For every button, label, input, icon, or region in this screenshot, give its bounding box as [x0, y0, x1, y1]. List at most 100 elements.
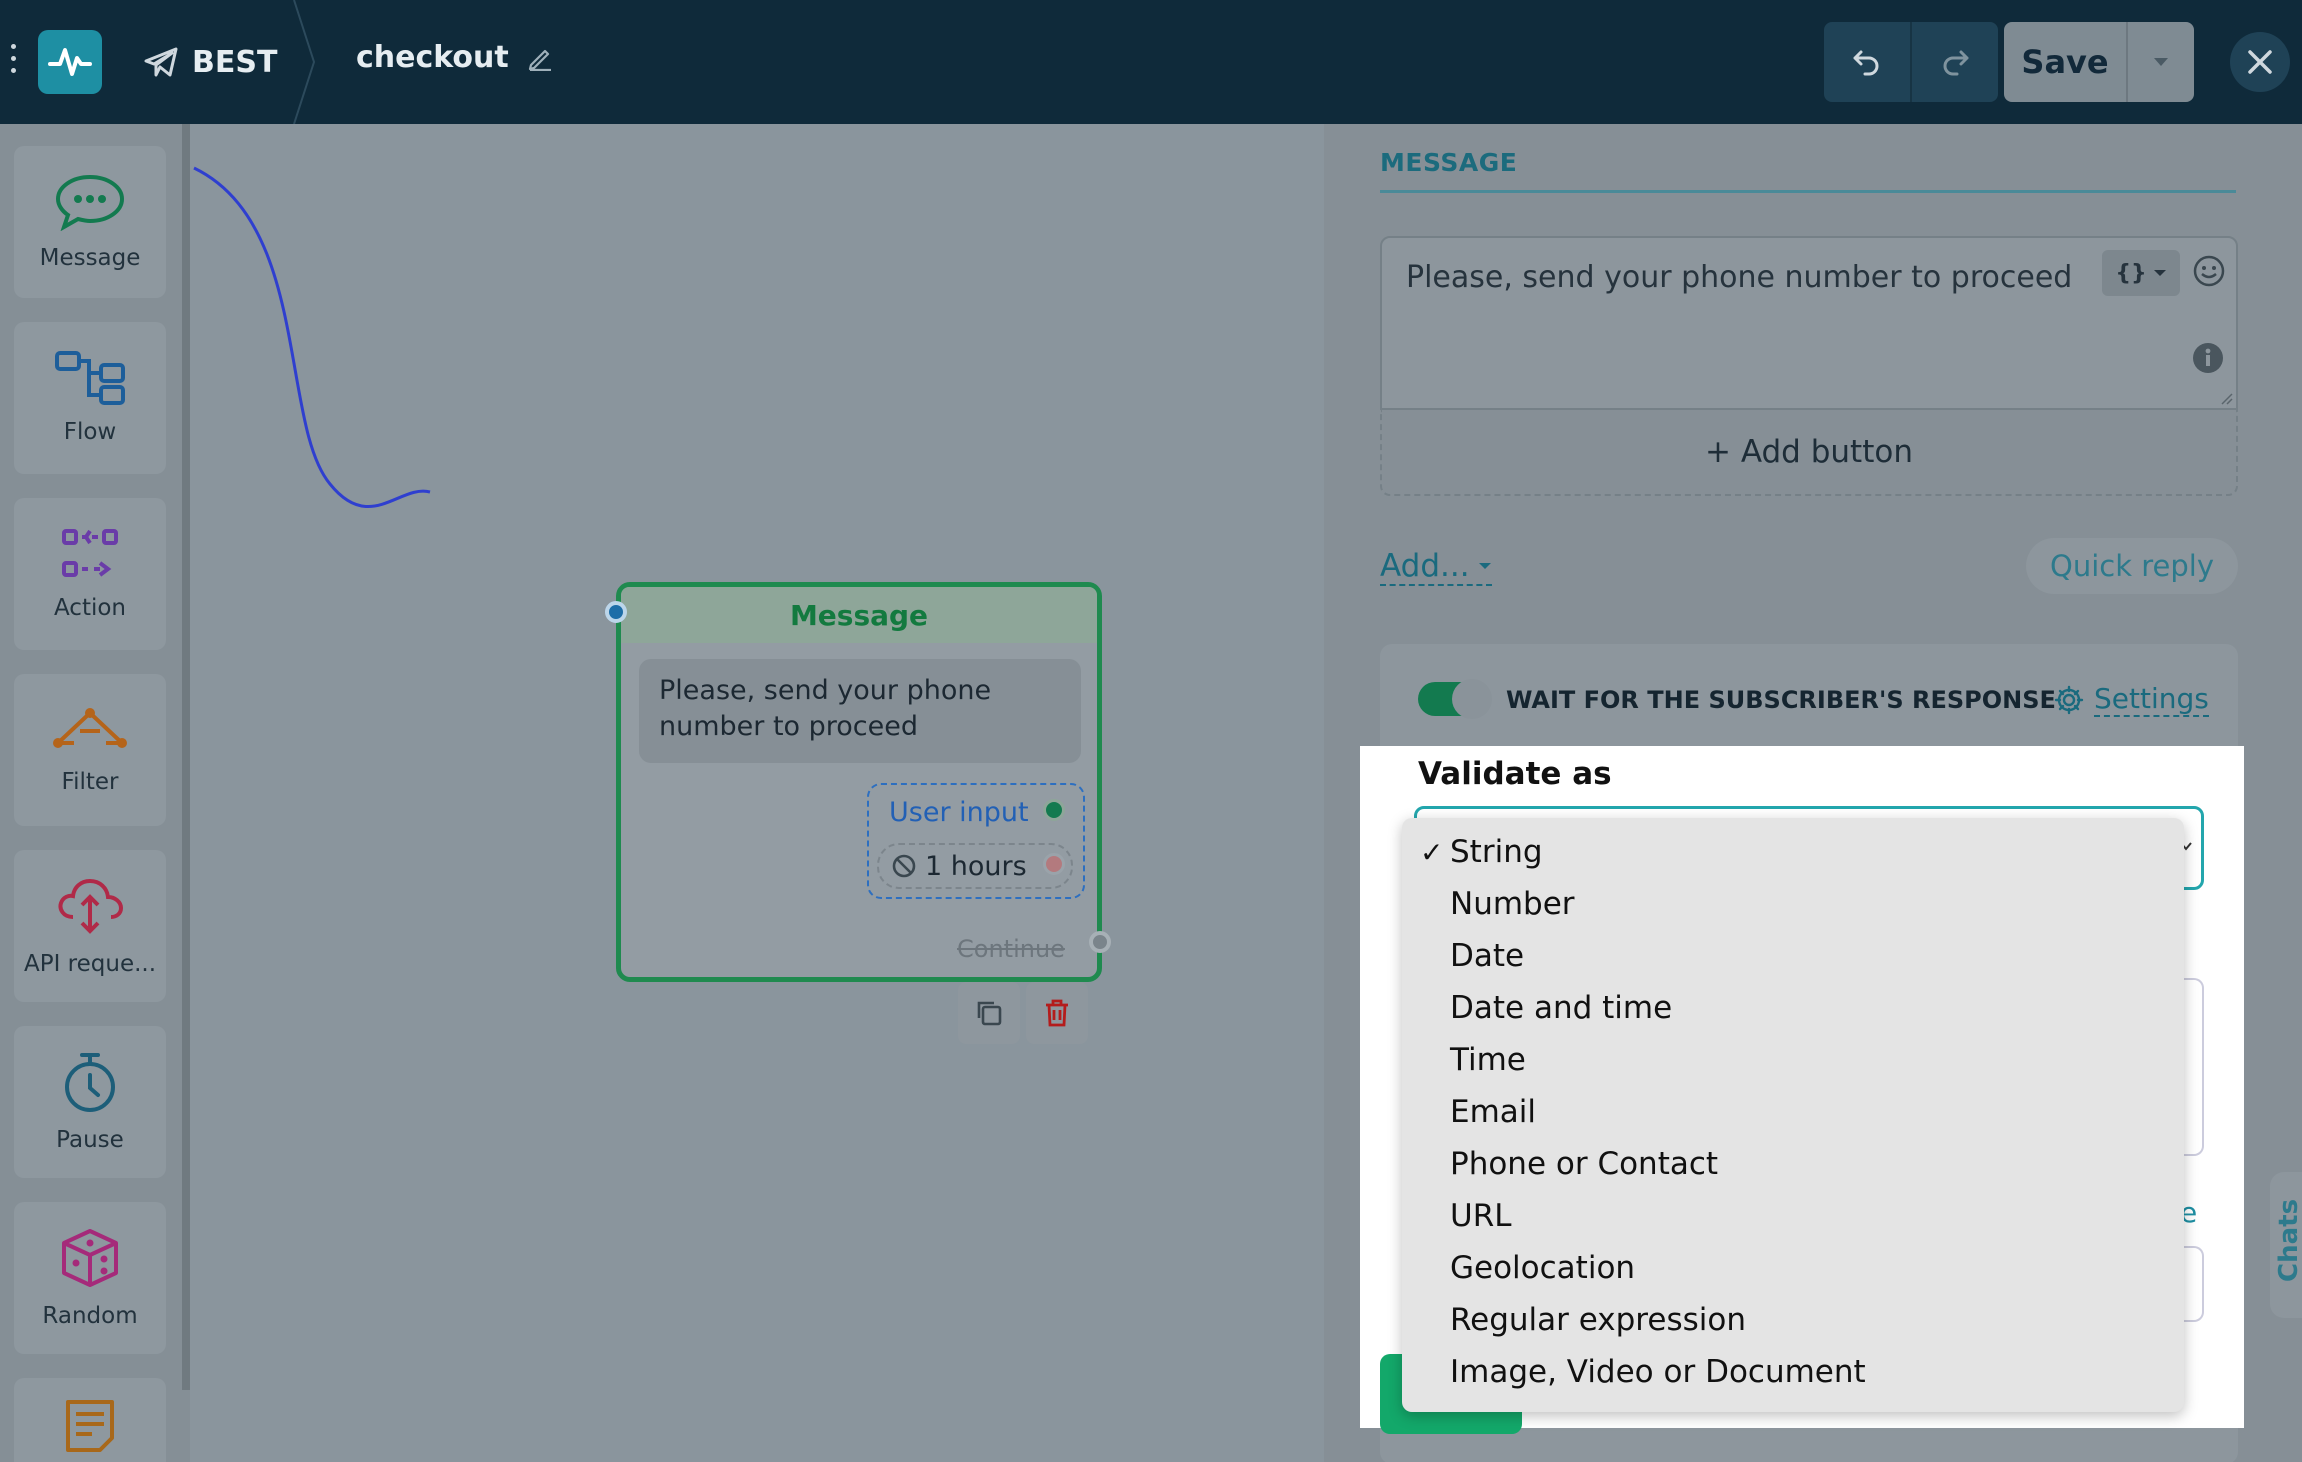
duplicate-node-button[interactable]	[958, 982, 1020, 1044]
project-name: BEST	[192, 44, 278, 80]
node-input-port[interactable]	[605, 601, 627, 623]
node-title: Message	[621, 587, 1097, 643]
tool-label: Pause	[56, 1127, 124, 1153]
undo-button[interactable]	[1824, 22, 1910, 102]
tool-label: Action	[53, 595, 127, 621]
chats-tab[interactable]: Chats	[2270, 1172, 2302, 1318]
insert-variable-button[interactable]: {}	[2102, 250, 2180, 296]
component-toolbar: Message Flow Action Filter API reque... …	[0, 124, 190, 1462]
option-time[interactable]: Time	[1402, 1034, 2184, 1086]
option-regular-expression[interactable]: Regular expression	[1402, 1294, 2184, 1346]
wait-response-label: WAIT FOR THE SUBSCRIBER'S RESPONSE	[1506, 686, 2056, 714]
tab-underline	[1380, 190, 2236, 193]
timeout-label: 1 hours	[925, 850, 1027, 882]
settings-label: Settings	[2094, 682, 2209, 717]
dice-icon	[62, 1229, 118, 1287]
stopwatch-icon	[65, 1053, 115, 1112]
redo-icon	[1943, 50, 1969, 76]
wait-response-toggle[interactable]	[1418, 679, 1492, 719]
project-selector[interactable]: BEST	[144, 42, 277, 82]
settings-link[interactable]: Settings	[2054, 682, 2209, 717]
copy-icon	[977, 1001, 1002, 1026]
option-media[interactable]: Image, Video or Document	[1402, 1346, 2184, 1398]
option-number[interactable]: Number	[1402, 878, 2184, 930]
tool-message[interactable]: Message	[14, 146, 166, 298]
tool-random[interactable]: Random	[14, 1202, 166, 1354]
continue-label: Continue	[957, 935, 1065, 963]
option-date[interactable]: Date	[1402, 930, 2184, 982]
redo-button[interactable]	[1910, 22, 1998, 102]
save-group: Save	[2004, 22, 2194, 102]
chats-label: Chats	[2274, 1198, 2302, 1282]
tool-label: Message	[39, 245, 141, 271]
tool-label: API reque...	[23, 951, 157, 977]
validate-options-list: ✓ String Number Date Date and time Time E…	[1402, 818, 2184, 1412]
message-text: Please, send your phone number to procee…	[1406, 260, 2073, 295]
caret-down-icon	[2154, 58, 2168, 66]
option-email[interactable]: Email	[1402, 1086, 2184, 1138]
variable-braces: {}	[2115, 260, 2147, 286]
option-geolocation[interactable]: Geolocation	[1402, 1242, 2184, 1294]
flow-title[interactable]: checkout	[356, 40, 553, 75]
option-url[interactable]: URL	[1402, 1190, 2184, 1242]
add-menu-link[interactable]: Add...	[1380, 548, 1492, 586]
tab-message[interactable]: MESSAGE	[1380, 148, 1517, 177]
checkmark-icon: ✓	[1420, 835, 1444, 869]
save-options-button[interactable]	[2128, 22, 2194, 102]
continue-port[interactable]	[1089, 931, 1111, 953]
resize-handle-icon[interactable]	[2220, 392, 2234, 406]
message-textarea[interactable]: Please, send your phone number to procee…	[1380, 236, 2238, 410]
tool-label: Filter	[61, 769, 119, 795]
breadcrumb-separator	[293, 0, 316, 124]
filter-icon	[53, 708, 127, 748]
timeout-port[interactable]	[1043, 853, 1065, 875]
tool-action[interactable]: Action	[14, 498, 166, 650]
tool-note[interactable]	[14, 1378, 166, 1462]
edit-pencil-icon[interactable]	[527, 45, 553, 71]
user-input-port[interactable]	[1043, 799, 1065, 821]
gear-icon	[2054, 685, 2084, 714]
save-button[interactable]: Save	[2004, 22, 2128, 102]
app-logo[interactable]	[38, 30, 102, 94]
telegram-icon	[144, 47, 178, 77]
flow-icon	[55, 351, 125, 405]
option-string[interactable]: ✓ String	[1402, 826, 2184, 878]
undo-icon	[1853, 50, 1879, 76]
ban-icon	[892, 854, 916, 878]
note-icon	[66, 1400, 114, 1452]
node-actions	[958, 982, 1088, 1044]
tool-label: Flow	[63, 419, 117, 445]
tool-filter[interactable]: Filter	[14, 674, 166, 826]
tool-label: Random	[42, 1303, 138, 1329]
option-phone-or-contact[interactable]: Phone or Contact	[1402, 1138, 2184, 1190]
flow-name: checkout	[356, 40, 509, 75]
cloud-api-icon	[58, 878, 124, 934]
caret-down-icon	[2153, 270, 2166, 276]
flow-canvas[interactable]: Message Please, send your phone number t…	[190, 124, 1324, 1462]
node-message-text: Please, send your phone number to procee…	[639, 659, 1081, 763]
caret-down-icon	[1478, 563, 1491, 569]
close-icon	[2248, 50, 2272, 74]
add-menu-label: Add...	[1380, 548, 1470, 584]
message-node[interactable]: Message Please, send your phone number t…	[605, 582, 1111, 982]
delete-node-button[interactable]	[1026, 982, 1088, 1044]
history-controls	[1824, 22, 1998, 102]
tool-flow[interactable]: Flow	[14, 322, 166, 474]
trash-icon	[1046, 999, 1068, 1027]
tool-api-request[interactable]: API reque...	[14, 850, 166, 1002]
message-bubble-icon	[55, 174, 125, 231]
emoji-icon[interactable]	[2192, 254, 2226, 288]
user-input-block[interactable]: User input 1 hours	[867, 783, 1085, 899]
close-button[interactable]	[2230, 32, 2290, 92]
validate-title: Validate as	[1418, 756, 1612, 792]
top-bar: BEST checkout Save	[0, 0, 2302, 124]
tool-pause[interactable]: Pause	[14, 1026, 166, 1178]
more-menu-icon[interactable]	[10, 44, 18, 78]
user-input-label: User input	[889, 797, 1029, 828]
info-icon[interactable]	[2192, 342, 2224, 374]
action-icon	[62, 529, 118, 577]
add-button[interactable]: + Add button	[1380, 410, 2238, 496]
option-date-and-time[interactable]: Date and time	[1402, 982, 2184, 1034]
toolbar-scrollbar[interactable]	[182, 124, 190, 1390]
quick-reply-button[interactable]: Quick reply	[2026, 538, 2238, 594]
